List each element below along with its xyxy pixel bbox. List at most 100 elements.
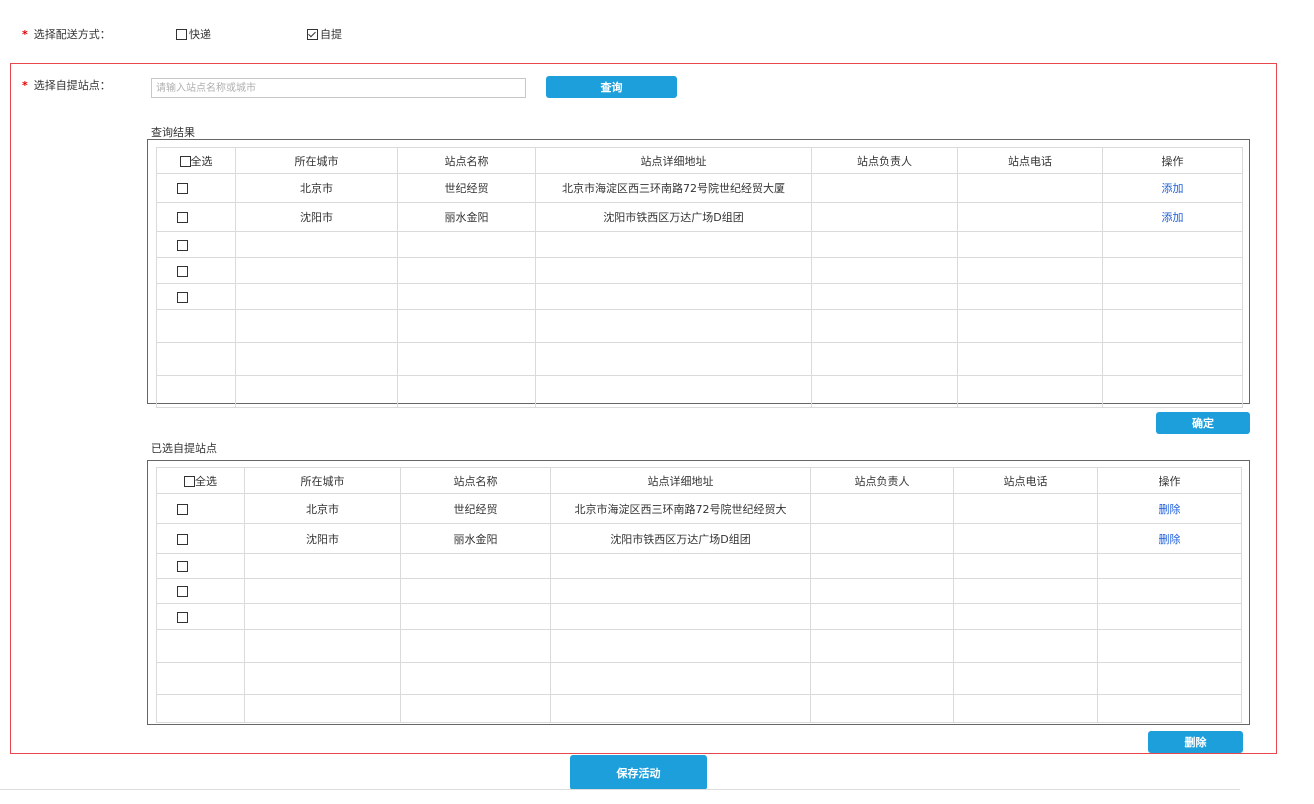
required-star: *	[22, 79, 28, 92]
cell-manager	[810, 493, 954, 524]
add-link[interactable]: 添加	[1102, 173, 1243, 203]
required-star: *	[22, 28, 28, 41]
row-select-cell[interactable]	[156, 202, 236, 232]
table-row-empty	[156, 694, 1242, 723]
col-header-address: 站点详细地址	[550, 467, 811, 494]
col-header-phone: 站点电话	[957, 147, 1103, 174]
row-select-cell[interactable]	[156, 578, 245, 604]
add-link[interactable]: 添加	[1102, 202, 1243, 232]
row-checkbox[interactable]	[177, 291, 188, 303]
results-title: 查询结果	[151, 126, 195, 139]
station-search-input[interactable]	[151, 78, 526, 98]
cell-address: 沈阳市铁西区万达广场D组团	[550, 523, 811, 554]
table-row: 沈阳市 丽水金阳 沈阳市铁西区万达广场D组团 删除	[156, 523, 1242, 554]
delivery-label: * 选择配送方式：	[22, 26, 111, 42]
row-checkbox[interactable]	[177, 183, 188, 194]
table-row-empty	[156, 231, 1243, 258]
cell-station-name: 丽水金阳	[400, 523, 551, 554]
row-select-cell[interactable]	[156, 603, 245, 630]
selected-header-row: 全选 所在城市 站点名称 站点详细地址 站点负责人 站点电话 操作	[156, 467, 1242, 494]
selected-title: 已选自提站点	[151, 442, 217, 455]
col-header-action: 操作	[1102, 147, 1243, 174]
col-header-manager: 站点负责人	[811, 147, 958, 174]
row-checkbox[interactable]	[177, 586, 188, 597]
cell-station-name: 世纪经贸	[400, 493, 551, 524]
select-all-cell[interactable]: 全选	[156, 467, 245, 494]
cell-address: 沈阳市铁西区万达广场D组团	[535, 202, 812, 232]
table-row-empty	[156, 342, 1243, 376]
col-header-station-name: 站点名称	[397, 147, 536, 174]
cell-city: 北京市	[244, 493, 401, 524]
cell-address: 北京市海淀区西三环南路72号院世纪经贸大	[550, 493, 811, 524]
save-activity-button[interactable]: 保存活动	[570, 755, 707, 790]
cell-manager	[811, 173, 958, 203]
col-header-city: 所在城市	[244, 467, 401, 494]
col-header-manager: 站点负责人	[810, 467, 954, 494]
cell-station-name: 世纪经贸	[397, 173, 536, 203]
cell-manager	[811, 202, 958, 232]
table-row-empty	[156, 662, 1242, 695]
col-header-phone: 站点电话	[953, 467, 1098, 494]
cell-city: 北京市	[235, 173, 398, 203]
express-checkbox[interactable]	[176, 28, 187, 40]
select-all-checkbox[interactable]	[179, 156, 191, 167]
delete-selected-button[interactable]: 删除	[1148, 731, 1243, 753]
row-checkbox[interactable]	[177, 533, 188, 545]
table-row: 沈阳市 丽水金阳 沈阳市铁西区万达广场D组团 添加	[156, 202, 1243, 232]
table-row-empty	[156, 629, 1242, 663]
delivery-option-pickup[interactable]: 自提	[307, 26, 342, 42]
col-header-station-name: 站点名称	[400, 467, 551, 494]
delete-link[interactable]: 删除	[1097, 523, 1242, 554]
table-row-empty	[156, 553, 1242, 579]
delivery-option-express[interactable]: 快递	[176, 26, 211, 42]
col-header-city: 所在城市	[235, 147, 398, 174]
table-row-empty	[156, 603, 1242, 630]
select-all-checkbox[interactable]	[184, 476, 195, 487]
search-button[interactable]: 查询	[546, 76, 677, 98]
table-row-empty	[156, 257, 1243, 284]
row-select-cell[interactable]	[156, 283, 236, 310]
pickup-label: 自提	[320, 28, 342, 41]
table-row-empty	[156, 309, 1243, 343]
table-row-empty	[156, 283, 1243, 310]
row-select-cell[interactable]	[156, 493, 245, 524]
select-all-cell[interactable]: 全选	[156, 147, 236, 174]
row-select-cell[interactable]	[156, 231, 236, 258]
results-header-row: 全选 所在城市 站点名称 站点详细地址 站点负责人 站点电话 操作	[156, 147, 1243, 174]
cell-manager	[810, 523, 954, 554]
row-checkbox[interactable]	[177, 265, 188, 277]
cell-phone	[957, 202, 1103, 232]
table-row-empty	[156, 375, 1243, 408]
pickup-station-label: * 选择自提站点：	[22, 77, 111, 93]
table-row: 北京市 世纪经贸 北京市海淀区西三环南路72号院世纪经贸大厦 添加	[156, 173, 1243, 203]
select-all-label: 全选	[190, 154, 213, 168]
row-checkbox[interactable]	[177, 503, 188, 515]
row-select-cell[interactable]	[156, 553, 245, 579]
col-header-address: 站点详细地址	[535, 147, 812, 174]
confirm-button[interactable]: 确定	[1156, 412, 1250, 434]
table-row-empty	[156, 578, 1242, 604]
row-select-cell[interactable]	[156, 257, 236, 284]
row-checkbox[interactable]	[177, 611, 188, 623]
results-table: 全选 所在城市 站点名称 站点详细地址 站点负责人 站点电话 操作 北京市 世纪…	[156, 147, 1243, 408]
row-checkbox[interactable]	[177, 239, 188, 251]
cell-phone	[957, 173, 1103, 203]
row-select-cell[interactable]	[156, 173, 236, 203]
row-select-cell[interactable]	[156, 523, 245, 554]
cell-address: 北京市海淀区西三环南路72号院世纪经贸大厦	[535, 173, 812, 203]
cell-phone	[953, 493, 1098, 524]
pickup-checkbox[interactable]	[307, 28, 318, 40]
selected-table: 全选 所在城市 站点名称 站点详细地址 站点负责人 站点电话 操作 北京市 世纪…	[156, 467, 1242, 723]
delete-link[interactable]: 删除	[1097, 493, 1242, 524]
cell-phone	[953, 523, 1098, 554]
pickup-station-label-text: 选择自提站点：	[33, 79, 111, 92]
select-all-label: 全选	[195, 474, 217, 488]
cell-city: 沈阳市	[235, 202, 398, 232]
row-checkbox[interactable]	[177, 212, 188, 223]
cell-station-name: 丽水金阳	[397, 202, 536, 232]
col-header-action: 操作	[1097, 467, 1242, 494]
delivery-label-text: 选择配送方式：	[33, 28, 111, 41]
bottom-divider	[0, 789, 1240, 790]
row-checkbox[interactable]	[177, 561, 188, 572]
table-row: 北京市 世纪经贸 北京市海淀区西三环南路72号院世纪经贸大 删除	[156, 493, 1242, 524]
